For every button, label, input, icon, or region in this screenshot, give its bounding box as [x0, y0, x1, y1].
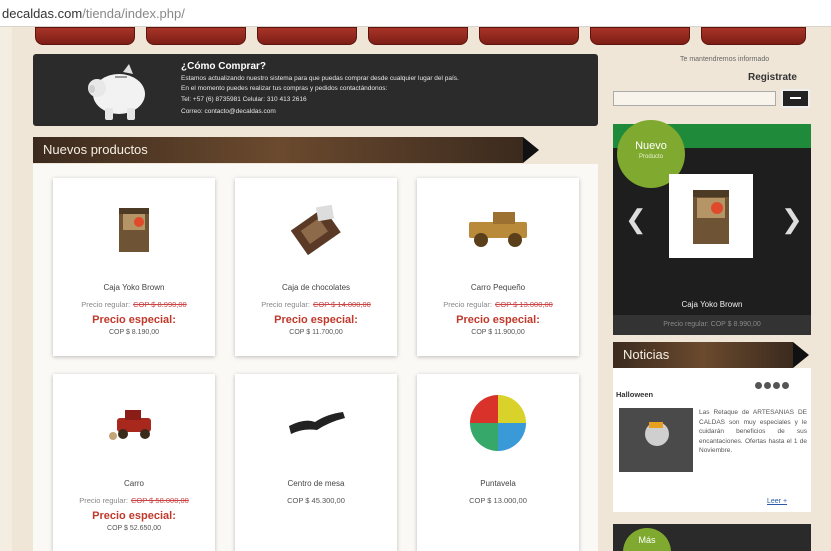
- regular-price-value: COP $ 14.000,00: [312, 300, 371, 309]
- regular-price-label: Precio regular:: [443, 300, 492, 309]
- chevron-left-icon[interactable]: ❮: [625, 204, 647, 235]
- special-price-value: COP $ 52.650,00: [107, 525, 161, 532]
- url-domain: decaldas.com: [2, 6, 83, 21]
- product-card[interactable]: Centro de mesa COP $ 45.300,00: [235, 374, 397, 551]
- regular-price-label: Precio regular:: [81, 300, 131, 309]
- product-name[interactable]: Caja Yoko Brown: [53, 283, 215, 292]
- product-name[interactable]: Centro de mesa: [235, 479, 397, 488]
- special-price-label: Precio especial:: [456, 314, 540, 326]
- banner-title: ¿Cómo Comprar?: [181, 61, 266, 72]
- featured-product-name[interactable]: Caja Yoko Brown: [613, 300, 811, 309]
- new-products-header: Nuevos productos: [33, 137, 539, 163]
- nav-tab-7[interactable]: [701, 27, 806, 45]
- special-price-label: Precio especial:: [92, 510, 176, 522]
- pagination-dot[interactable]: [764, 382, 771, 389]
- regular-price: Precio regular: COP $ 14.000,00: [235, 300, 397, 309]
- nav-tab-5[interactable]: [479, 27, 579, 45]
- product-image: [119, 208, 149, 252]
- product-card[interactable]: Caja Yoko Brown Precio regular: COP $ 8.9…: [53, 178, 215, 356]
- badge-title: Nuevo: [635, 140, 667, 152]
- pagination-dot[interactable]: [782, 382, 789, 389]
- banner-line-1: Estamos actualizando nuestro sistema par…: [181, 75, 459, 82]
- product-card[interactable]: Carro Precio regular: COP $ 58.000,00 Pre…: [53, 374, 215, 551]
- banner-line-4: Correo: contacto@decaldas.com: [181, 108, 276, 115]
- chevron-right-icon: [523, 137, 539, 163]
- product-card[interactable]: Puntavela COP $ 13.000,00: [417, 374, 579, 551]
- chevron-right-icon[interactable]: ❯: [781, 204, 803, 235]
- news-header: Noticias: [613, 342, 809, 368]
- more-panel: Más: [613, 524, 811, 551]
- regular-price-label: Precio regular:: [261, 300, 310, 309]
- read-more-link[interactable]: Leer +: [767, 498, 787, 505]
- new-products-title: Nuevos productos: [43, 142, 148, 157]
- minus-icon: [790, 97, 801, 99]
- product-image: [470, 395, 526, 451]
- news-header-title: Noticias: [623, 347, 670, 362]
- chevron-right-icon: [793, 342, 809, 368]
- banner-line-2: En el momento puedes realizar tus compra…: [181, 85, 388, 92]
- special-price-label: Precio especial:: [274, 314, 358, 326]
- pagination-dot[interactable]: [755, 382, 762, 389]
- news-panel: Halloween Las Retaque de ARTESANIAS DE C…: [613, 368, 811, 512]
- product-image: [469, 212, 527, 247]
- product-price: COP $ 45.300,00: [287, 496, 345, 505]
- url-text: decaldas.com/tienda/index.php/: [2, 6, 185, 21]
- banner-line-3: Tel: +57 (6) 8735981 Celular: 310 413 26…: [181, 96, 307, 103]
- piggy-bank-icon: [88, 64, 145, 120]
- new-product-carousel: Nuevo Producto ❮ ❯ Caja Yoko Brown Preci…: [613, 120, 811, 335]
- product-name[interactable]: Carro Pequeño: [417, 283, 579, 292]
- news-pagination[interactable]: [755, 376, 791, 394]
- news-item-image[interactable]: [619, 408, 693, 472]
- regular-price-label: Precio regular:: [79, 496, 128, 505]
- featured-product-price: Precio regular: COP $ 8.990,00: [613, 315, 811, 335]
- regular-price: Precio regular: COP $ 13.000,00: [417, 300, 579, 309]
- badge-subtitle: Producto: [638, 154, 663, 160]
- how-to-buy-banner: ¿Cómo Comprar? Estamos actualizando nues…: [33, 54, 598, 126]
- regular-price-value: COP $ 58.000,00: [130, 496, 189, 505]
- halloween-image-icon: [619, 408, 693, 472]
- news-item-text: Las Retaque de ARTESANIAS DE CALDAS son …: [699, 409, 807, 454]
- box-icon: [693, 190, 729, 244]
- special-price-value: COP $ 11.900,00: [471, 329, 525, 336]
- special-price-value: COP $ 8.190,00: [108, 329, 160, 336]
- product-name[interactable]: Caja de chocolates: [235, 283, 397, 292]
- product-name[interactable]: Carro: [53, 479, 215, 488]
- newsletter-info: Te mantendremos informado: [680, 56, 770, 63]
- regular-price: Precio regular: COP $ 58.000,00: [53, 496, 215, 505]
- product-price: COP $ 13.000,00: [469, 496, 527, 505]
- nav-tab-1[interactable]: [35, 27, 135, 45]
- nav-tab-3[interactable]: [257, 27, 357, 45]
- url-path: /tienda/index.php/: [82, 6, 185, 21]
- special-price-label: Precio especial:: [92, 314, 176, 326]
- regular-price-value: COP $ 13.000,00: [494, 300, 553, 309]
- more-badge[interactable]: Más: [623, 528, 671, 551]
- nav-tab-6[interactable]: [590, 27, 690, 45]
- news-item-title[interactable]: Halloween: [616, 390, 653, 399]
- page-edge: [0, 27, 12, 551]
- register-email-input[interactable]: [613, 91, 776, 106]
- product-grid: Caja Yoko Brown Precio regular: COP $ 8.9…: [33, 164, 598, 551]
- product-name[interactable]: Puntavela: [417, 479, 579, 488]
- browser-address-bar[interactable]: decaldas.com/tienda/index.php/: [0, 0, 831, 27]
- product-image: [109, 410, 151, 440]
- nav-tab-4[interactable]: [368, 27, 468, 45]
- product-image: [290, 204, 341, 256]
- featured-product-image[interactable]: [669, 174, 753, 258]
- product-card[interactable]: Carro Pequeño Precio regular: COP $ 13.00…: [417, 178, 579, 356]
- product-card[interactable]: Caja de chocolates Precio regular: COP $ …: [235, 178, 397, 356]
- special-price-value: COP $ 11.700,00: [289, 329, 343, 336]
- register-label: Registrate: [748, 72, 797, 83]
- pagination-dot[interactable]: [773, 382, 780, 389]
- regular-price: Precio regular: COP $ 8.990,00: [53, 300, 215, 309]
- product-image: [289, 412, 345, 434]
- register-submit-button[interactable]: [781, 89, 810, 108]
- top-nav: [12, 27, 831, 47]
- nav-tab-2[interactable]: [146, 27, 246, 45]
- regular-price-value: COP $ 8.990,00: [133, 300, 187, 309]
